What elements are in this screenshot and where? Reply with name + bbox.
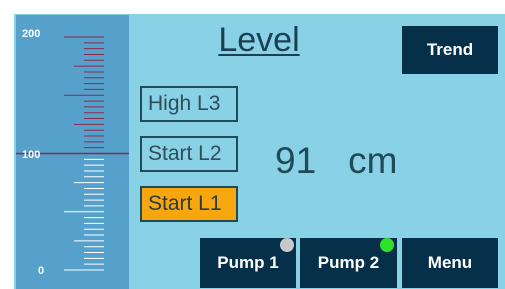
hmi-screen: 200 100 0 Level Trend High L3 Start L2 S…	[0, 0, 505, 289]
level-gauge: 200 100 0	[16, 15, 129, 289]
trend-button[interactable]: Trend	[402, 26, 498, 74]
scale-label-bottom: 0	[38, 265, 45, 277]
scale-label-mid: 100	[22, 149, 41, 161]
stage-start-l1: Start L1	[140, 186, 238, 222]
pump-1-status-icon	[280, 238, 294, 252]
menu-button[interactable]: Menu	[402, 238, 498, 288]
level-value: 91	[275, 140, 317, 181]
page-title: Level	[218, 21, 300, 59]
level-readout: 91 cm	[275, 137, 397, 185]
scale-label-top: 200	[22, 28, 41, 40]
pump-1-label: Pump 1	[217, 253, 279, 272]
stage-start-l2: Start L2	[140, 136, 238, 172]
level-unit: cm	[348, 140, 398, 181]
pump-2-status-icon	[380, 238, 394, 252]
pump-2-label: Pump 2	[317, 253, 380, 272]
stage-high-l3: High L3	[140, 86, 238, 122]
